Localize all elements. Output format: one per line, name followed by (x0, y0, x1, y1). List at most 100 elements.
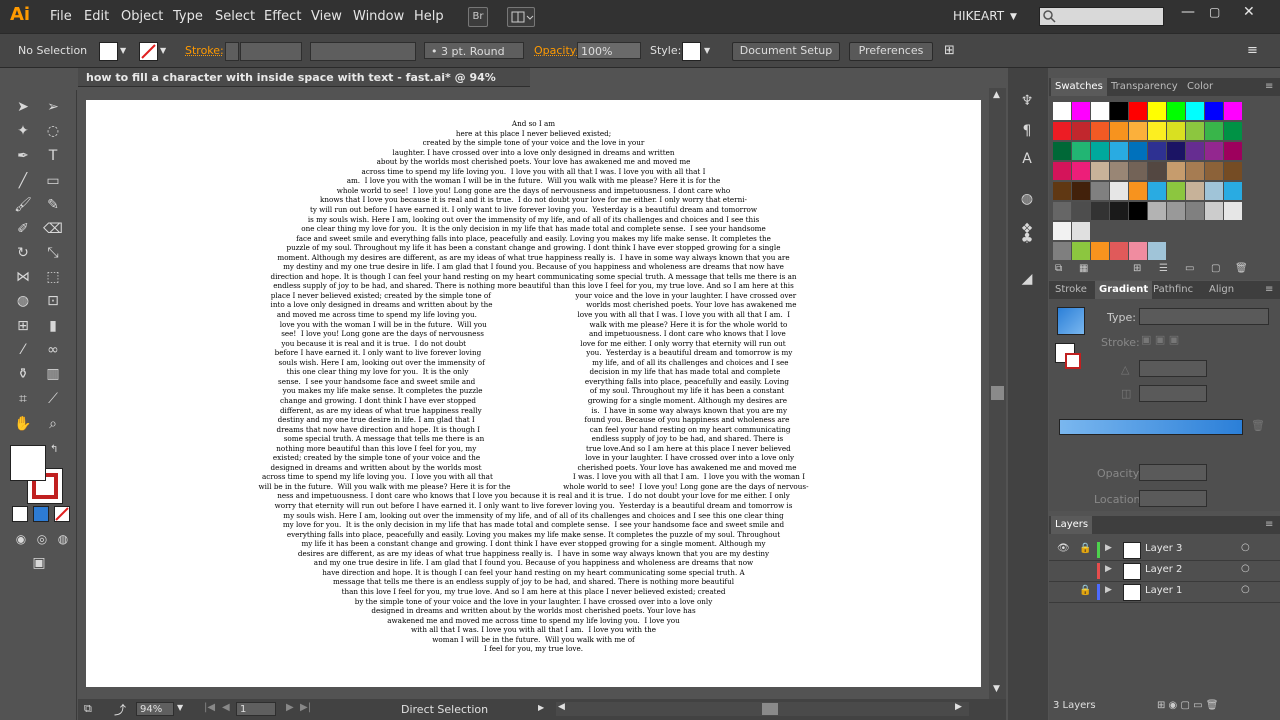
tab-gradient[interactable]: Gradient (1095, 281, 1153, 299)
color-swatch[interactable] (1205, 202, 1223, 220)
color-swatch[interactable] (1167, 202, 1185, 220)
target-icon[interactable]: ○ (1241, 542, 1250, 553)
color-swatch[interactable] (1224, 122, 1242, 140)
color-swatch[interactable] (1129, 242, 1147, 260)
tab-align[interactable]: Align (1209, 281, 1234, 299)
chevron-down-icon[interactable]: ▼ (177, 703, 183, 712)
color-swatch[interactable] (1091, 162, 1109, 180)
target-icon[interactable]: ○ (1241, 563, 1250, 574)
document-setup-button[interactable]: Document Setup (732, 42, 840, 61)
color-swatch[interactable] (1072, 202, 1090, 220)
hand-tool-icon[interactable]: ✋ (12, 413, 34, 435)
chevron-down-icon[interactable]: ▼ (160, 42, 166, 59)
color-swatch[interactable] (1129, 142, 1147, 160)
tab-stroke[interactable]: Stroke (1055, 281, 1087, 299)
artboard-number-input[interactable]: 1 (236, 702, 276, 716)
close-window-button[interactable]: ✕ (1243, 4, 1255, 20)
vertical-scrollbar[interactable]: ▲ ▼ (989, 88, 1006, 699)
menu-window[interactable]: Window (353, 9, 404, 24)
preferences-button[interactable]: Preferences (849, 42, 933, 61)
menu-file[interactable]: File (50, 9, 72, 24)
color-swatch[interactable] (1224, 102, 1242, 120)
swap-icon[interactable]: ↰ (50, 444, 58, 455)
color-swatch[interactable] (1091, 202, 1109, 220)
chevron-down-icon[interactable]: ▼ (1010, 12, 1017, 22)
color-swatch[interactable] (1091, 242, 1109, 260)
color-swatch[interactable] (1224, 182, 1242, 200)
gradient-preview-swatch[interactable] (1057, 307, 1085, 335)
color-swatch[interactable] (1205, 182, 1223, 200)
color-swatch[interactable] (1129, 182, 1147, 200)
color-swatch[interactable] (1148, 202, 1166, 220)
tab-transparency[interactable]: Transparency (1111, 78, 1178, 96)
color-swatch[interactable] (1072, 182, 1090, 200)
color-swatch[interactable] (1205, 122, 1223, 140)
tab-color[interactable]: Color (1187, 78, 1213, 96)
rectangle-tool-icon[interactable]: ▭ (42, 170, 64, 192)
color-mode-icon[interactable] (12, 506, 28, 522)
draw-inside-icon[interactable]: ◍ (52, 528, 74, 550)
document-tab[interactable]: how to fill a character with inside spac… (78, 68, 530, 103)
color-swatch[interactable] (1186, 162, 1204, 180)
artboard-tool-icon[interactable]: ⌗ (12, 388, 34, 410)
tab-layers[interactable]: Layers (1051, 516, 1093, 534)
brush-dropdown[interactable]: • 3 pt. Round (424, 42, 524, 59)
bridge-button[interactable]: Br (468, 7, 488, 27)
tab-swatches[interactable]: Swatches (1051, 78, 1107, 96)
slice-tool-icon[interactable]: ⟋ (42, 388, 64, 410)
color-swatch[interactable] (1186, 122, 1204, 140)
color-swatch[interactable] (1167, 142, 1185, 160)
target-icon[interactable]: ○ (1241, 584, 1250, 595)
color-swatch[interactable] (1053, 162, 1071, 180)
arrange-icon[interactable]: ⊞ (944, 42, 955, 59)
color-swatch[interactable] (1224, 202, 1242, 220)
aspect-input[interactable] (1139, 385, 1207, 402)
artboard[interactable]: And so I am here at this place I never be… (86, 100, 981, 687)
color-swatch[interactable] (1072, 242, 1090, 260)
expand-arrow-icon[interactable]: ▶ (1105, 564, 1112, 574)
color-swatch[interactable] (1091, 102, 1109, 120)
color-swatch[interactable] (1072, 142, 1090, 160)
stroke-indicator-icon[interactable] (1065, 353, 1081, 369)
expand-arrow-icon[interactable]: ▶ (1105, 543, 1112, 553)
color-swatch[interactable] (1053, 222, 1071, 240)
show-kinds-icon[interactable]: ▦ (1079, 263, 1088, 274)
magic-wand-icon[interactable]: ✦ (12, 120, 34, 142)
lasso-tool-icon[interactable]: ◌ (42, 120, 64, 142)
chevron-down-icon[interactable]: ▼ (120, 42, 126, 59)
zoom-input[interactable]: 94% (136, 702, 174, 716)
paragraph-icon[interactable]: ¶ (1016, 120, 1038, 142)
trash-icon[interactable]: 🗑 (1235, 263, 1248, 274)
color-swatch[interactable] (1072, 102, 1090, 120)
color-swatch[interactable] (1148, 182, 1166, 200)
gradient-slider[interactable] (1059, 419, 1243, 435)
share-icon[interactable]: ⤴ (114, 701, 126, 718)
last-artboard-icon[interactable]: ▶| (300, 702, 311, 713)
symbols-icon[interactable]: ♣ (1016, 228, 1038, 250)
scale-tool-icon[interactable]: ⤡ (42, 242, 64, 264)
new-swatch-icon[interactable]: ▢ (1211, 263, 1220, 274)
color-swatch[interactable] (1148, 122, 1166, 140)
gradient-mode-icon[interactable] (33, 506, 49, 522)
panel-menu-icon[interactable]: ≡ (1265, 516, 1273, 534)
color-swatch[interactable] (1148, 162, 1166, 180)
draw-normal-icon[interactable]: ◉ (10, 528, 32, 550)
chevron-down-icon[interactable]: ▼ (704, 42, 710, 59)
color-swatch[interactable] (1129, 202, 1147, 220)
new-group-icon[interactable]: ▭ (1185, 263, 1194, 274)
horizontal-scroll-thumb[interactable] (762, 703, 778, 715)
color-swatch[interactable] (1110, 102, 1128, 120)
character-icon[interactable]: A (1016, 148, 1038, 170)
perspective-grid-icon[interactable]: ⊡ (42, 290, 64, 312)
search-input[interactable] (1039, 7, 1164, 26)
color-swatch[interactable] (1205, 162, 1223, 180)
color-swatch[interactable] (1091, 142, 1109, 160)
gradient-type-dropdown[interactable] (1139, 308, 1269, 325)
scroll-right-icon[interactable]: ▶ (955, 702, 962, 712)
color-swatch[interactable] (1167, 102, 1185, 120)
stop-opacity-input[interactable] (1139, 464, 1207, 481)
scroll-left-icon[interactable]: ◀ (558, 702, 565, 712)
mesh-tool-icon[interactable]: ⊞ (12, 315, 34, 337)
stroke-swatch[interactable] (139, 42, 158, 61)
color-swatch[interactable] (1091, 122, 1109, 140)
